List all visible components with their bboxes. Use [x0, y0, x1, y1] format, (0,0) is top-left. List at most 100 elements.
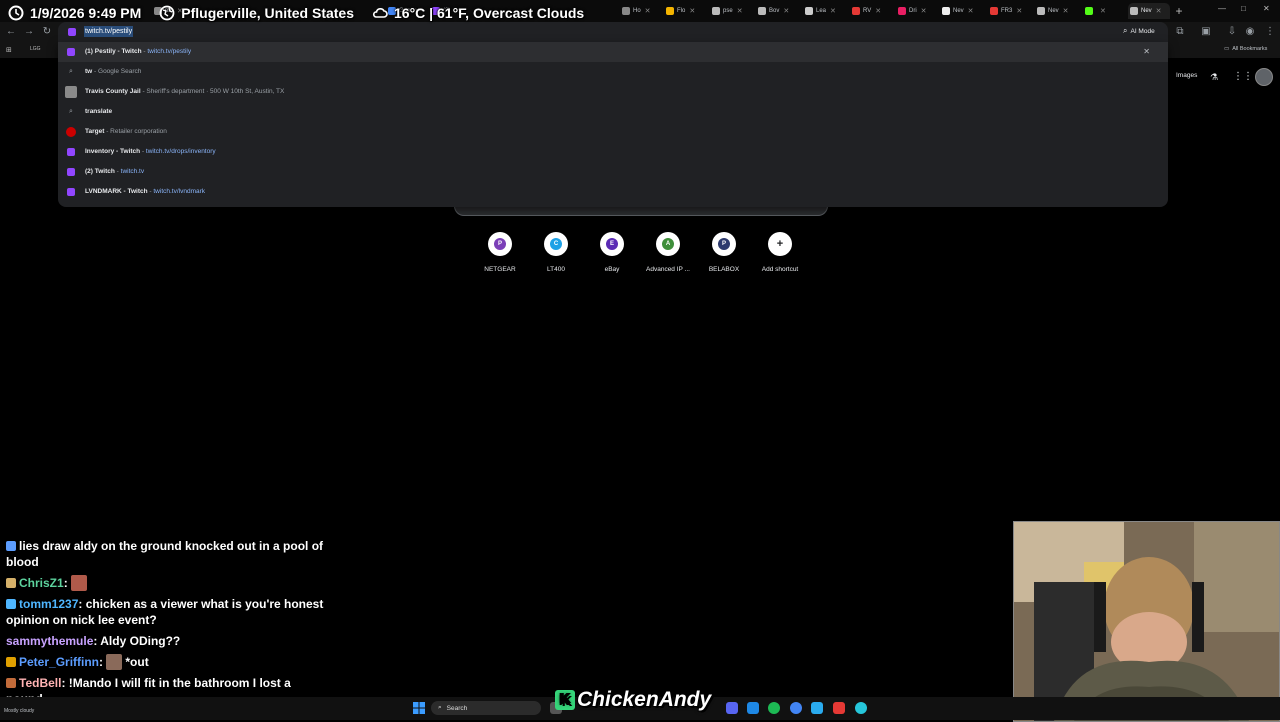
tab-close-icon[interactable]: ✕ — [645, 7, 651, 15]
app-icon[interactable] — [747, 702, 759, 714]
browser-tab[interactable]: (2) ✕ — [430, 3, 472, 19]
chat-username[interactable]: sammythemule — [6, 634, 93, 648]
app-icon-red[interactable] — [833, 702, 845, 714]
tab-close-icon[interactable]: ✕ — [454, 7, 460, 15]
chat-emote-icon — [71, 575, 88, 591]
discord-icon[interactable] — [726, 702, 738, 714]
tab-close-icon[interactable]: ✕ — [921, 7, 927, 15]
browser-tab[interactable]: Nev ✕ — [1035, 3, 1077, 19]
chat-badge-icon — [6, 578, 16, 588]
browser-tab[interactable]: ✕ — [1083, 3, 1125, 19]
tab-favicon-icon — [758, 7, 766, 15]
suggestion-item[interactable]: (2) Twitch - twitch.tv — [58, 162, 1168, 182]
windows-start-icon[interactable] — [413, 702, 425, 714]
new-tab-button[interactable]: + — [1172, 4, 1186, 18]
tab-close-icon[interactable]: ✕ — [968, 7, 974, 15]
forward-icon[interactable]: → — [22, 25, 36, 39]
telegram-icon[interactable] — [811, 702, 823, 714]
browser-tab[interactable]: nio ✕ — [152, 3, 194, 19]
maximize-button[interactable]: □ — [1241, 4, 1246, 13]
app-icon-cyan[interactable] — [855, 702, 867, 714]
bookmark-item[interactable]: LGG — [30, 46, 41, 52]
avatar[interactable] — [1255, 68, 1273, 86]
chat-text: *out — [125, 655, 149, 669]
browser-tab[interactable]: Lea ✕ — [803, 3, 845, 19]
tab-close-icon[interactable]: ✕ — [830, 7, 836, 15]
reload-icon[interactable]: ↻ — [40, 25, 54, 39]
chat-username[interactable]: ChrisZ1 — [19, 576, 64, 590]
back-icon[interactable]: ← — [4, 25, 18, 39]
browser-tab[interactable]: Bov ✕ — [756, 3, 798, 19]
tab-close-icon[interactable]: ✕ — [689, 7, 695, 15]
suggestion-item[interactable]: LVNDMARK - Twitch - twitch.tv/lvndmark — [58, 182, 1168, 202]
browser-tab[interactable]: Dri ✕ — [896, 3, 938, 19]
suggestion-item[interactable]: ⌕ translate — [58, 102, 1168, 122]
tab-close-icon[interactable]: ✕ — [737, 7, 743, 15]
all-bookmarks-button[interactable]: ▭ All Bookmarks — [1224, 46, 1267, 52]
tab-label: (2) — [443, 8, 451, 14]
extensions-icon[interactable]: ⧉ — [1173, 25, 1187, 39]
tab-close-icon[interactable]: ✕ — [1016, 7, 1022, 15]
tab-close-icon[interactable]: ✕ — [177, 7, 183, 15]
google-apps-icon[interactable]: ⋮⋮ — [1233, 71, 1253, 82]
omnibox[interactable]: twitch.tv/pestily — [58, 22, 1168, 42]
tab-favicon-icon — [1130, 7, 1138, 15]
tab-close-icon[interactable]: ✕ — [414, 7, 420, 15]
close-window-button[interactable]: ✕ — [1263, 4, 1270, 13]
streamer-name: ChickenAndy — [577, 688, 712, 711]
browser-tab[interactable]: Nev ✕ — [1128, 3, 1170, 19]
shortcut-tile[interactable]: A Advanced IP ... — [640, 232, 696, 273]
browser-tab[interactable]: FR3 ✕ — [988, 3, 1030, 19]
shortcut-tile[interactable]: P BELABOX — [696, 232, 752, 273]
tab-close-icon[interactable]: ✕ — [1063, 7, 1069, 15]
spotify-icon[interactable] — [768, 702, 780, 714]
labs-flask-icon[interactable]: ⚗ — [1210, 72, 1218, 83]
shortcut-tile[interactable]: + Add shortcut — [752, 232, 808, 273]
suggestion-text: (2) Twitch - twitch.tv — [85, 168, 144, 175]
shortcut-tile[interactable]: EeBay — [584, 232, 640, 273]
chat-username[interactable]: Peter_Griffinn — [19, 655, 99, 669]
shortcut-initial: P — [494, 238, 506, 250]
kick-logo-icon: K — [555, 690, 575, 710]
tab-close-icon[interactable]: ✕ — [875, 7, 881, 15]
minimize-button[interactable]: — — [1218, 4, 1226, 13]
ai-mode-button[interactable]: ⌕ AI Mode — [1123, 26, 1155, 36]
suggestion-item[interactable]: Inventory - Twitch - twitch.tv/drops/inv… — [58, 142, 1168, 162]
suggestion-description: Sheriff's department · 500 W 10th St, Au… — [146, 88, 285, 95]
twitch-icon — [67, 148, 75, 156]
shortcut-icon: + — [768, 232, 792, 256]
suggestion-item[interactable]: ⌕ tw - Google Search — [58, 62, 1168, 82]
tab-close-icon[interactable]: ✕ — [1156, 7, 1162, 15]
suggestion-item[interactable]: (1) Pestily - Twitch - twitch.tv/pestily… — [58, 42, 1168, 62]
chrome-icon[interactable] — [790, 702, 802, 714]
browser-tab[interactable]: Goo ✕ — [386, 3, 428, 19]
tab-label: Nev — [1048, 8, 1059, 14]
tab-close-icon[interactable]: ✕ — [1100, 7, 1106, 15]
suggestion-title: (1) Pestily - Twitch — [85, 48, 142, 55]
download-icon[interactable]: ⇩ — [1225, 25, 1239, 39]
taskbar-weather[interactable]: Mostly cloudy — [4, 708, 34, 714]
tab-label: Nev — [1141, 8, 1152, 14]
sidebar-icon[interactable]: ▣ — [1199, 25, 1213, 39]
browser-tab[interactable]: Flo ✕ — [664, 3, 706, 19]
chat-username[interactable]: TedBell — [19, 676, 61, 690]
browser-tab[interactable]: pse ✕ — [710, 3, 752, 19]
suggestion-item[interactable]: Target - Retailer corporation — [58, 122, 1168, 142]
shortcut-tile[interactable]: P NETGEAR — [472, 232, 528, 273]
suggestion-item[interactable]: Travis County Jail - Sheriff's departmen… — [58, 82, 1168, 102]
chat-username[interactable]: tomm1237 — [19, 597, 78, 611]
tab-favicon-icon — [1085, 7, 1093, 15]
profile-icon[interactable]: ◉ — [1243, 25, 1257, 39]
tab-close-icon[interactable]: ✕ — [783, 7, 789, 15]
shortcut-tile[interactable]: C LT400 — [528, 232, 584, 273]
remove-suggestion-icon[interactable]: ✕ — [1143, 47, 1150, 56]
browser-tab[interactable]: Ho ✕ — [620, 3, 662, 19]
browser-tab[interactable]: RV ✕ — [850, 3, 892, 19]
google-images-link[interactable]: Images — [1176, 72, 1197, 79]
omnibox-input[interactable]: twitch.tv/pestily — [84, 26, 134, 37]
menu-icon[interactable]: ⋮ — [1263, 25, 1277, 39]
browser-tab[interactable]: Nev ✕ — [940, 3, 982, 19]
taskbar-search[interactable]: ⌕ Search — [431, 701, 541, 715]
tab-favicon-icon — [154, 7, 162, 15]
apps-icon[interactable]: ⊞ — [6, 46, 12, 54]
